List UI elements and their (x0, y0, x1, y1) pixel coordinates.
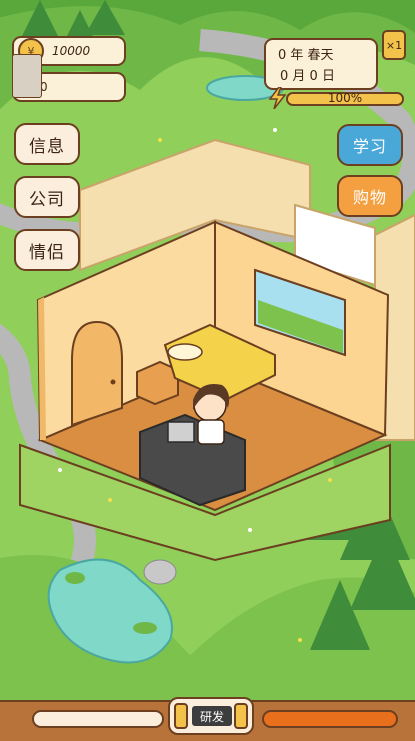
study-button[interactable]: 学习 (337, 124, 403, 166)
game-console-icon (174, 703, 188, 729)
info-button[interactable]: 信息 (14, 123, 80, 165)
partner-button[interactable]: 情侣 (14, 229, 80, 271)
game-scene-background (0, 0, 415, 739)
money-value: 10000 (52, 44, 91, 58)
date-card: 0 年 春天 0 月 0 日 (264, 38, 378, 90)
speed-button[interactable]: ×1 (382, 30, 406, 60)
game-console-icon (234, 703, 248, 729)
right-progress-bar (262, 710, 398, 728)
develop-label: 研发 (192, 706, 232, 726)
lightning-bolt-icon (268, 87, 287, 109)
player-avatar[interactable] (12, 54, 42, 98)
date-label: 0 月 0 日 (280, 69, 335, 84)
left-progress-slot (32, 710, 164, 728)
shop-button[interactable]: 购物 (337, 175, 403, 217)
company-button[interactable]: 公司 (14, 176, 80, 218)
energy-bar: 100% (268, 87, 406, 109)
develop-button[interactable]: 研发 (168, 697, 254, 735)
energy-percent: 100% (327, 91, 363, 105)
season-label: 0 年 春天 (278, 48, 334, 63)
